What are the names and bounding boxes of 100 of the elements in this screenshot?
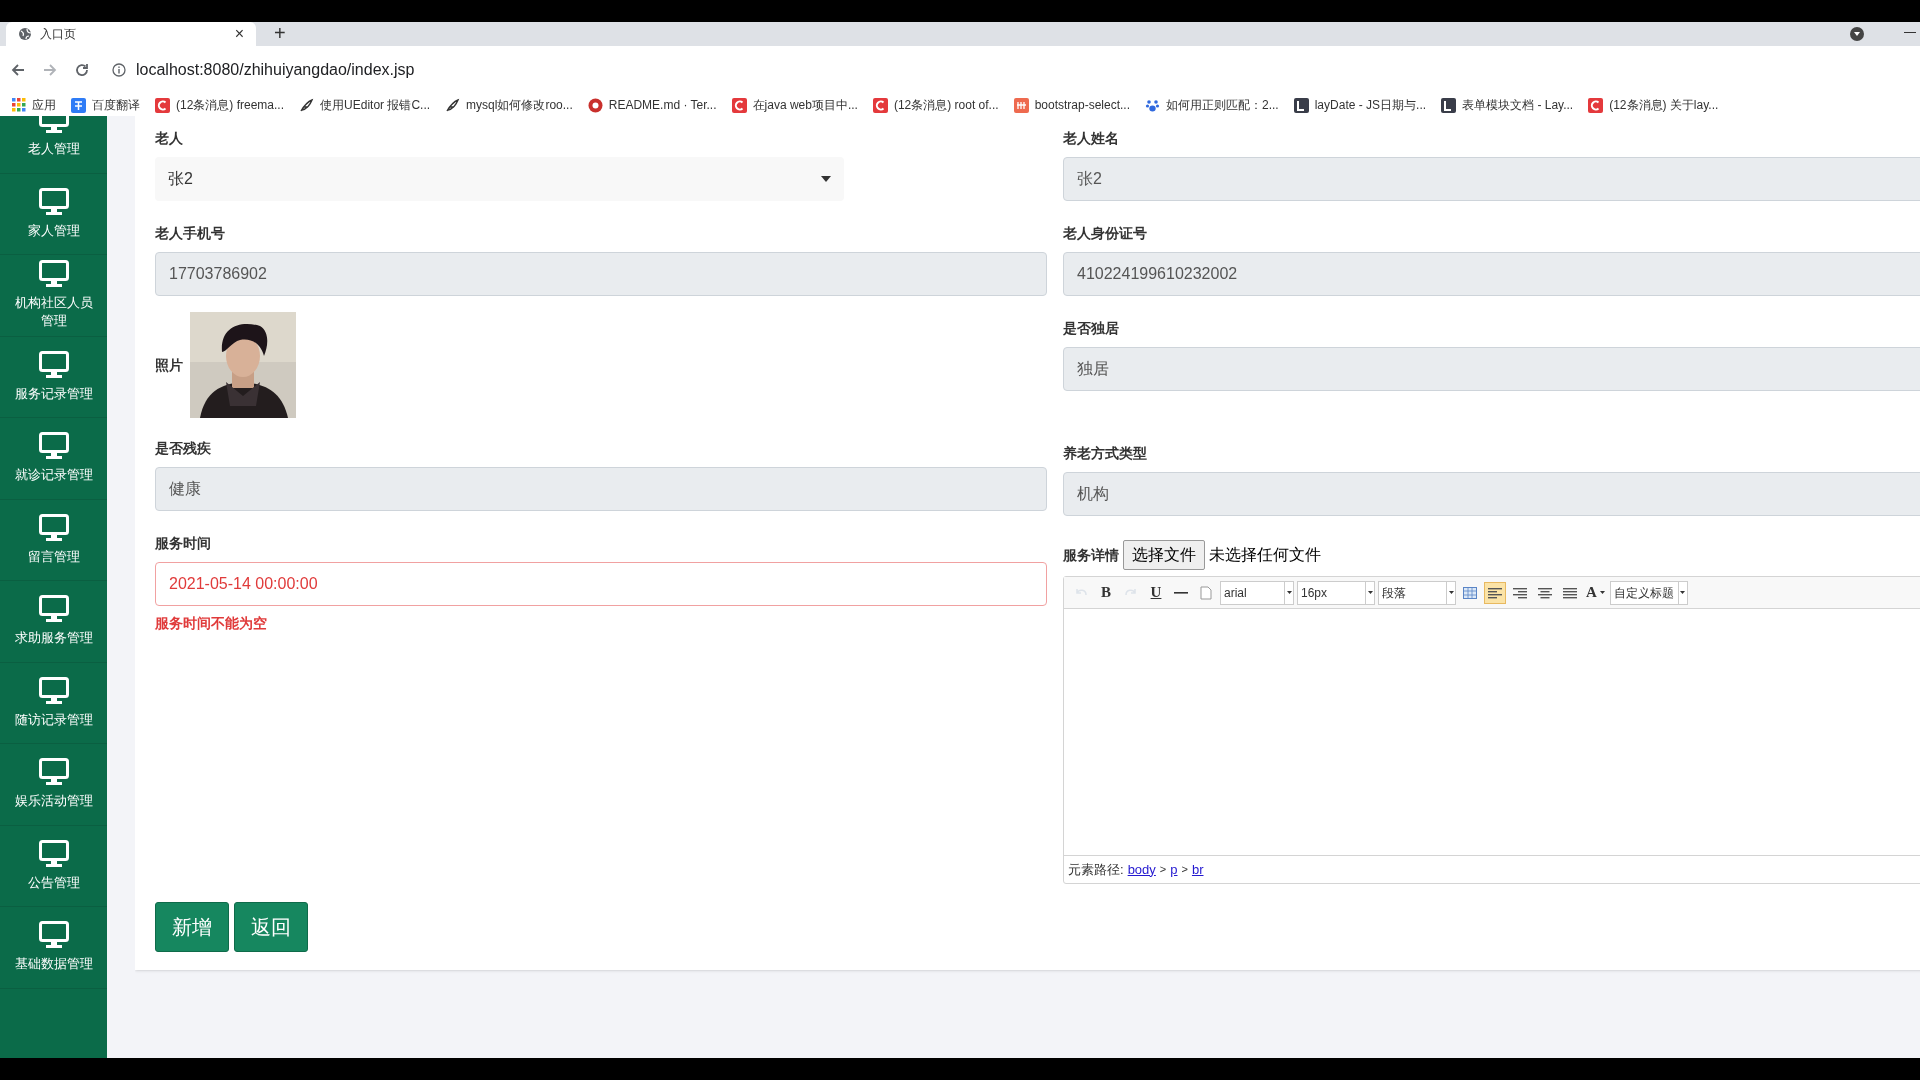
path-separator: > <box>1181 862 1188 878</box>
path-link[interactable]: br <box>1191 859 1204 880</box>
caret-icon <box>1448 591 1454 594</box>
sidebar-item[interactable]: 就诊记录管理 <box>0 418 107 500</box>
path-link[interactable]: body <box>1127 859 1156 880</box>
c-logo-icon <box>155 97 170 113</box>
browser-tab[interactable]: 入口页 × <box>6 22 256 46</box>
justify-icon <box>1563 586 1577 599</box>
monitor-icon <box>38 839 69 868</box>
square-logo-icon <box>1013 97 1029 113</box>
caret-icon <box>1680 591 1686 594</box>
input-field[interactable]: 2021-05-14 00:00:00 <box>155 562 1047 606</box>
info-icon <box>112 63 126 77</box>
bookmark-item[interactable]: README.md · Ter... <box>587 96 717 114</box>
bookmark-item[interactable]: 表单模块文档 - Lay... <box>1441 96 1574 114</box>
align-center-icon <box>1538 586 1552 599</box>
sidebar-item[interactable]: 娱乐活动管理 <box>0 744 107 826</box>
path-link[interactable]: p <box>1170 859 1178 880</box>
field-label: 是否残疾 <box>155 439 212 458</box>
caret-icon <box>1367 591 1373 594</box>
field-label: 服务详情 <box>1063 546 1119 565</box>
sidebar-item[interactable]: 服务记录管理 <box>0 336 107 418</box>
bookmark-item[interactable]: 在java web项目中... <box>731 96 858 114</box>
select-dropdown[interactable]: 张2 <box>155 157 844 201</box>
reload-icon[interactable] <box>74 62 90 78</box>
caret-icon <box>821 176 831 182</box>
toolbar-select[interactable]: 16px <box>1297 580 1375 605</box>
c-logo-icon <box>1588 97 1604 113</box>
sidebar-item[interactable]: 公告管理 <box>0 825 107 907</box>
address-bar[interactable]: localhost:8080/zhihuiyangdao/index.jsp <box>112 58 415 82</box>
apps-grid-icon <box>12 98 26 112</box>
globe-icon <box>18 27 32 41</box>
error-message: 服务时间不能为空 <box>155 614 268 633</box>
choose-file-button[interactable]: 选择文件 <box>1123 540 1205 570</box>
monitor-icon <box>38 676 69 705</box>
align-left-button[interactable] <box>1484 581 1506 604</box>
bookmark-item[interactable]: (12条消息) 关于lay... <box>1588 96 1719 114</box>
paw-icon <box>1145 97 1160 113</box>
font-color-button[interactable]: A <box>1584 581 1607 604</box>
caret-icon <box>1599 591 1605 594</box>
path-separator: > <box>1159 862 1167 878</box>
sidebar-item[interactable]: 老人管理 <box>0 116 107 174</box>
feather-icon <box>299 97 315 113</box>
caret-icon <box>1286 591 1292 594</box>
bookmark-item[interactable]: 使用UEditor 报错C... <box>299 96 431 114</box>
square-logo-icon <box>1293 97 1309 113</box>
field-label: 老人手机号 <box>155 224 226 243</box>
file-status: 未选择任何文件 <box>1209 545 1321 565</box>
field-label: 照片 <box>155 356 183 375</box>
monitor-icon <box>38 260 69 289</box>
form-button[interactable]: 返回 <box>234 902 308 952</box>
monitor-icon <box>38 758 69 787</box>
circle-logo-icon <box>587 97 603 113</box>
toolbar-select[interactable]: 段落 <box>1378 580 1456 605</box>
bookmark-item[interactable]: layDate - JS日期与... <box>1293 96 1427 114</box>
c-logo-icon <box>731 97 747 113</box>
bookmark-item[interactable]: (12条消息) freema... <box>155 96 285 114</box>
sidebar-item[interactable]: 机构社区人员管理 <box>0 255 107 337</box>
bookmark-item[interactable]: (12条消息) root of... <box>872 96 999 114</box>
feather-icon <box>445 97 461 113</box>
bookmark-item[interactable]: 百度翻译 <box>71 96 140 114</box>
monitor-icon <box>38 513 69 542</box>
field-label: 养老方式类型 <box>1063 444 1148 463</box>
field-label: 老人 <box>155 129 184 148</box>
rich-text-editor[interactable]: B U arial 16px 段落 A 自定义标题 元素路径: body > p > br <box>1063 576 1920 884</box>
tab-title: 入口页 <box>40 26 77 43</box>
sidebar-item[interactable]: 求助服务管理 <box>0 581 107 663</box>
monitor-icon <box>38 921 69 950</box>
monitor-icon <box>38 187 69 216</box>
sidebar-item[interactable]: 家人管理 <box>0 173 107 255</box>
table-icon <box>1463 586 1477 599</box>
sidebar-item[interactable]: 随访记录管理 <box>0 662 107 744</box>
field-label: 是否独居 <box>1063 319 1120 338</box>
monitor-icon <box>38 595 69 624</box>
sidebar-item[interactable]: 留言管理 <box>0 499 107 581</box>
minimize-icon[interactable] <box>1904 32 1916 34</box>
field-label: 服务时间 <box>155 534 212 553</box>
bookmark-item[interactable]: 应用 <box>12 96 56 114</box>
tab-close-button[interactable]: × <box>234 22 244 46</box>
translate-icon <box>71 97 86 113</box>
format-button[interactable]: B <box>1095 581 1117 604</box>
page-icon <box>1200 585 1212 600</box>
monitor-icon <box>38 350 69 379</box>
sidebar-item[interactable]: 基础数据管理 <box>0 907 107 989</box>
form-button[interactable]: 新增 <box>155 902 229 952</box>
c-logo-icon <box>872 97 888 113</box>
bookmark-item[interactable]: bootstrap-select... <box>1013 96 1130 114</box>
toolbar-select[interactable]: arial <box>1220 580 1294 605</box>
field-label: 老人身份证号 <box>1063 224 1148 243</box>
toolbar-select[interactable]: 自定义标题 <box>1609 580 1688 605</box>
square-logo-icon <box>1441 97 1457 113</box>
align-left-icon <box>1488 586 1502 599</box>
path-label: 元素路径: <box>1068 860 1124 879</box>
bookmark-item[interactable]: 如何用正则匹配：2... <box>1145 96 1279 114</box>
new-tab-button[interactable]: + <box>274 22 286 46</box>
back-icon[interactable] <box>10 62 26 78</box>
field-label: 老人姓名 <box>1063 129 1120 148</box>
bookmark-item[interactable]: mysql如何修改roo... <box>445 96 573 114</box>
format-button[interactable]: U <box>1145 581 1167 604</box>
monitor-icon <box>38 432 69 461</box>
